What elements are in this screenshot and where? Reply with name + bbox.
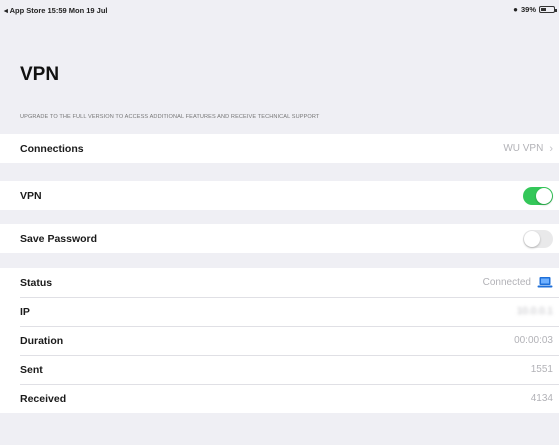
ip-row: IP 10.0.0.1 (0, 297, 559, 326)
status-bar-right: ● 39% (513, 5, 557, 14)
sent-row: Sent 1551 (0, 355, 559, 384)
ip-value-area: 10.0.0.1 (517, 297, 553, 326)
vpn-toggle[interactable] (523, 186, 553, 205)
save-password-toggle-area (523, 224, 553, 253)
connections-group: Connections WU VPN › (0, 134, 559, 163)
vpn-row: VPN (0, 181, 559, 210)
wifi-icon: ● (513, 5, 518, 14)
vpn-toggle-area (523, 181, 553, 210)
laptop-icon (537, 277, 553, 288)
toggle-knob (536, 187, 552, 204)
status-value-area: Connected (483, 268, 553, 297)
status-row: Status Connected (0, 268, 559, 297)
received-value: 4134 (530, 393, 553, 404)
duration-value: 00:00:03 (514, 335, 553, 346)
duration-label: Duration (20, 334, 64, 347)
ip-value: 10.0.0.1 (516, 306, 553, 317)
status-bar-left[interactable]: ◂ App Store 15:59 Mon 19 Jul (4, 6, 108, 15)
received-row: Received 4134 (0, 384, 559, 413)
status-value: Connected (482, 277, 531, 288)
page-title: VPN (20, 64, 60, 85)
vpn-label: VPN (20, 189, 42, 202)
upgrade-note[interactable]: UPGRADE TO THE FULL VERSION TO ACCESS AD… (20, 114, 319, 120)
save-password-group: Save Password (0, 224, 559, 253)
vpn-group: VPN (0, 181, 559, 210)
save-password-label: Save Password (20, 232, 98, 245)
duration-value-area: 00:00:03 (514, 326, 553, 355)
battery-percent: 39% (520, 5, 536, 14)
connections-row[interactable]: Connections WU VPN › (0, 134, 559, 163)
info-group: Status Connected IP 10.0.0.1 Duration 00… (0, 268, 559, 413)
connections-value: WU VPN (503, 143, 544, 154)
received-label: Received (20, 392, 67, 405)
sent-value-area: 1551 (531, 355, 553, 384)
received-value-area: 4134 (531, 384, 553, 413)
toggle-knob (524, 230, 540, 247)
connections-label: Connections (20, 142, 84, 155)
status-label: Status (20, 276, 53, 289)
sent-value: 1551 (530, 364, 553, 375)
duration-row: Duration 00:00:03 (0, 326, 559, 355)
chevron-right-icon: › (549, 142, 553, 155)
save-password-toggle[interactable] (523, 229, 553, 248)
sent-label: Sent (20, 363, 43, 376)
battery-icon (539, 6, 557, 13)
ip-label: IP (20, 305, 30, 318)
connections-value-area: WU VPN › (503, 134, 553, 163)
save-password-row: Save Password (0, 224, 559, 253)
status-bar: ◂ App Store 15:59 Mon 19 Jul ● 39% (0, 0, 559, 22)
